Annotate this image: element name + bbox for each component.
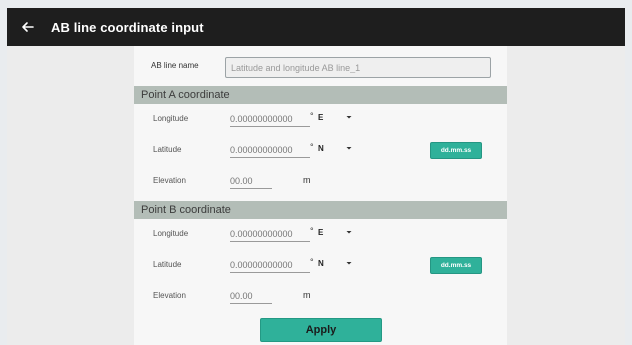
top-bar: AB line coordinate input — [7, 8, 625, 46]
elevation-unit: m — [303, 290, 311, 300]
point-b-elevation-input[interactable] — [230, 288, 272, 304]
point-b-longitude-label: Longitude — [153, 229, 189, 238]
apply-button[interactable]: Apply — [260, 318, 382, 342]
point-b-longitude-direction-select[interactable]: E — [318, 228, 323, 237]
coordinate-form: AB line name Point A coordinate Longitud… — [134, 46, 507, 345]
ab-line-name-input[interactable] — [225, 57, 491, 78]
point-b-elevation-label: Elevation — [153, 291, 186, 300]
point-b-longitude-input[interactable] — [230, 226, 310, 242]
caret-down-icon[interactable] — [344, 258, 354, 268]
degree-symbol: ° — [310, 257, 314, 267]
ab-line-name-row: AB line name — [134, 54, 507, 80]
point-b-longitude-row: Longitude ° E — [134, 223, 507, 245]
point-b-elevation-row: Elevation m — [134, 285, 507, 307]
back-button[interactable] — [17, 16, 39, 38]
point-a-format-button[interactable]: dd.mm.ss — [430, 142, 482, 159]
point-a-longitude-input[interactable] — [230, 111, 310, 127]
caret-down-icon[interactable] — [344, 227, 354, 237]
caret-down-icon[interactable] — [344, 143, 354, 153]
point-a-elevation-label: Elevation — [153, 176, 186, 185]
point-a-header: Point A coordinate — [134, 86, 507, 104]
degree-symbol: ° — [310, 226, 314, 236]
degree-symbol: ° — [310, 111, 314, 121]
ab-line-name-label: AB line name — [151, 61, 199, 70]
arrow-left-icon — [22, 22, 34, 32]
point-b-latitude-direction-select[interactable]: N — [318, 259, 324, 268]
point-b-format-button[interactable]: dd.mm.ss — [430, 257, 482, 274]
page-title: AB line coordinate input — [51, 19, 204, 35]
point-a-latitude-label: Latitude — [153, 145, 182, 154]
point-b-latitude-input[interactable] — [230, 257, 310, 273]
caret-down-icon[interactable] — [344, 112, 354, 122]
point-a-elevation-row: Elevation m — [134, 170, 507, 192]
point-a-longitude-row: Longitude ° E — [134, 108, 507, 130]
degree-symbol: ° — [310, 142, 314, 152]
point-a-latitude-direction-select[interactable]: N — [318, 144, 324, 153]
point-a-elevation-input[interactable] — [230, 173, 272, 189]
point-a-latitude-input[interactable] — [230, 142, 310, 158]
point-b-header: Point B coordinate — [134, 201, 507, 219]
point-a-longitude-direction-select[interactable]: E — [318, 113, 323, 122]
elevation-unit: m — [303, 175, 311, 185]
point-a-longitude-label: Longitude — [153, 114, 189, 123]
point-b-latitude-label: Latitude — [153, 260, 182, 269]
